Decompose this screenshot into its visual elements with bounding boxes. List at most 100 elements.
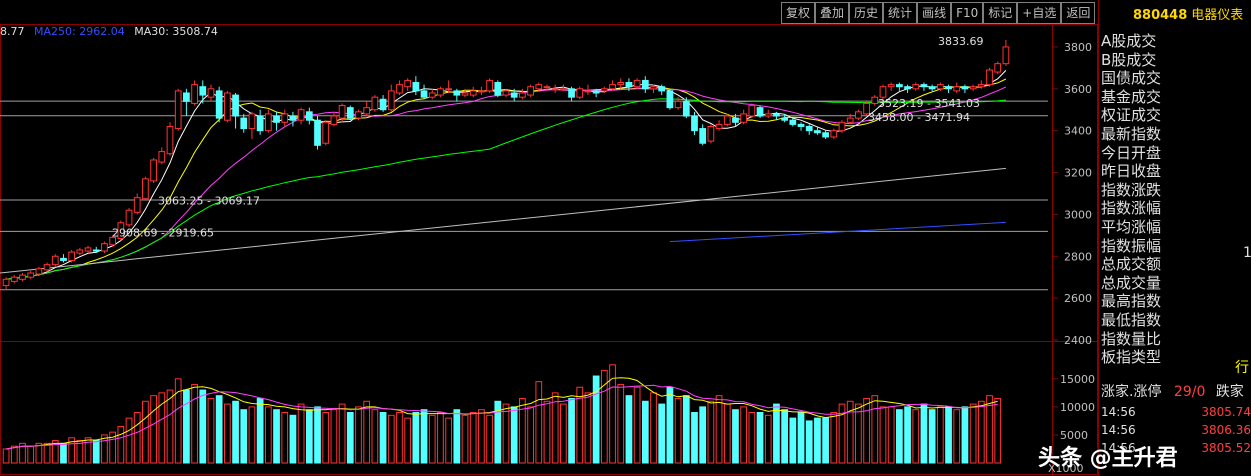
quote-field-10[interactable]: 平均涨幅: [1101, 218, 1161, 237]
history-button[interactable]: 历史: [849, 2, 884, 24]
volume-bar: [191, 383, 198, 464]
quote-field-5[interactable]: 最新指数: [1101, 125, 1161, 144]
volume-bar: [830, 412, 838, 464]
volume-bar: [469, 412, 477, 464]
quote-field-0[interactable]: A股成交: [1101, 32, 1161, 51]
candle-body: [158, 151, 166, 163]
quote-field-7[interactable]: 昨日收盘: [1101, 162, 1161, 181]
quote-field-9[interactable]: 指数涨幅: [1101, 199, 1161, 218]
volume-bar: [92, 440, 100, 464]
volume-bar: [756, 412, 764, 464]
candle-body: [748, 105, 756, 117]
price-axis-label: 3400: [1064, 125, 1092, 138]
f10-button[interactable]: F10: [951, 2, 984, 24]
ma30-legend: MA30: 3508.74: [134, 25, 218, 38]
quote-field-14[interactable]: 最高指数: [1101, 292, 1161, 311]
volume-bar: [199, 389, 207, 464]
mark-button[interactable]: 标记: [983, 2, 1018, 24]
quote-field-2[interactable]: 国债成交: [1101, 69, 1161, 88]
candle-body: [166, 125, 174, 155]
volume-bar: [863, 397, 870, 464]
volume-bar: [166, 389, 174, 464]
volume-bar: [559, 403, 567, 464]
volume-bar: [322, 412, 330, 464]
kline-chart[interactable]: 3800 3600 3400 3200 3000 2800 2600 2400 15000 100…: [0, 0, 1098, 476]
candle-body: [510, 92, 518, 98]
quote-field-13[interactable]: 总成交量: [1101, 274, 1161, 293]
candle-body: [691, 115, 698, 132]
volume-bar: [920, 403, 928, 464]
statistics-button[interactable]: 统计: [883, 2, 918, 24]
back-button[interactable]: 返回: [1061, 2, 1096, 24]
ma120-line: [0, 167, 1006, 274]
volume-bar: [183, 389, 190, 464]
volume-bar: [715, 395, 723, 464]
candle-body: [822, 132, 829, 138]
candle-body: [969, 86, 977, 90]
restore-rights-button[interactable]: 复权: [781, 2, 816, 24]
candle-body: [764, 113, 772, 117]
add-favorite-button[interactable]: +自选: [1017, 2, 1062, 24]
volume-bar: [969, 403, 977, 464]
volume-bar: [27, 445, 35, 464]
volume-bar: [404, 417, 412, 464]
volume-bar: [379, 412, 387, 464]
candle-body: [363, 107, 371, 115]
index-type-value: 行: [1235, 360, 1249, 376]
candle-body: [314, 119, 321, 146]
candle-body: [838, 121, 846, 132]
candle-body: [281, 113, 289, 123]
candle-body: [584, 90, 592, 93]
quote-field-17[interactable]: 板指类型: [1101, 348, 1161, 367]
quote-field-8[interactable]: 指数涨跌: [1101, 181, 1161, 200]
volume-bar: [535, 381, 543, 464]
price-axis-label: 2800: [1064, 250, 1092, 263]
price-axis-label: 2400: [1064, 334, 1092, 347]
candle-body: [830, 130, 838, 138]
candle-body: [396, 84, 403, 94]
overlay-button[interactable]: 叠加: [815, 2, 850, 24]
volume-bar: [789, 417, 797, 464]
candle-body: [142, 178, 149, 200]
ma250-line: [669, 221, 1006, 243]
candle-body: [707, 125, 715, 142]
ma250-legend: MA250: 2962.04: [34, 25, 125, 38]
candle-body: [494, 82, 502, 96]
quote-field-12[interactable]: 总成交额: [1101, 255, 1161, 274]
volume-bar: [625, 395, 633, 464]
candle-body: [322, 121, 330, 144]
candle-body: [559, 88, 567, 91]
candle-body: [961, 86, 969, 90]
quote-sidebar: 880448 电器仪表 A股成交 B股成交 国债成交 基金成交 权证成交 最新指数 今日开盘昨…: [1098, 0, 1251, 476]
price-annotation: 3458.00 - 3471.94: [868, 111, 970, 124]
candle-body: [715, 123, 723, 130]
candle-body: [781, 117, 789, 121]
breadth-value: 29/0: [1173, 384, 1206, 400]
volume-bar: [936, 406, 944, 464]
candle-body: [789, 119, 797, 125]
volume-bar: [797, 412, 805, 464]
candle-body: [666, 90, 674, 109]
quote-field-11[interactable]: 指数振幅: [1101, 237, 1161, 256]
quote-field-1[interactable]: B股成交: [1101, 51, 1161, 70]
tick-price: 3806.36: [1201, 423, 1251, 437]
quote-field-6[interactable]: 今日开盘: [1101, 144, 1161, 163]
candle-body: [346, 107, 354, 119]
quote-field-15[interactable]: 最低指数: [1101, 311, 1161, 330]
candle-body: [76, 249, 84, 254]
candle-body: [805, 125, 813, 132]
volume-bar: [822, 417, 829, 464]
tick-price: 3805.74: [1201, 405, 1251, 419]
volume-bar: [961, 406, 969, 464]
draw-line-button[interactable]: 画线: [917, 2, 952, 24]
quote-field-4[interactable]: 权证成交: [1101, 106, 1161, 125]
quote-field-16[interactable]: 指数量比: [1101, 330, 1161, 349]
candle-body: [625, 82, 633, 88]
quote-field-3[interactable]: 基金成交: [1101, 88, 1161, 107]
price-axis-label: 3000: [1064, 208, 1092, 221]
price-axis-label: 3200: [1064, 167, 1092, 180]
candle-body: [617, 82, 625, 86]
ma-legend-truncated-value: 8.77: [0, 25, 25, 38]
volume-axis-label: 10000: [1060, 401, 1095, 414]
volume-bar: [805, 420, 813, 464]
